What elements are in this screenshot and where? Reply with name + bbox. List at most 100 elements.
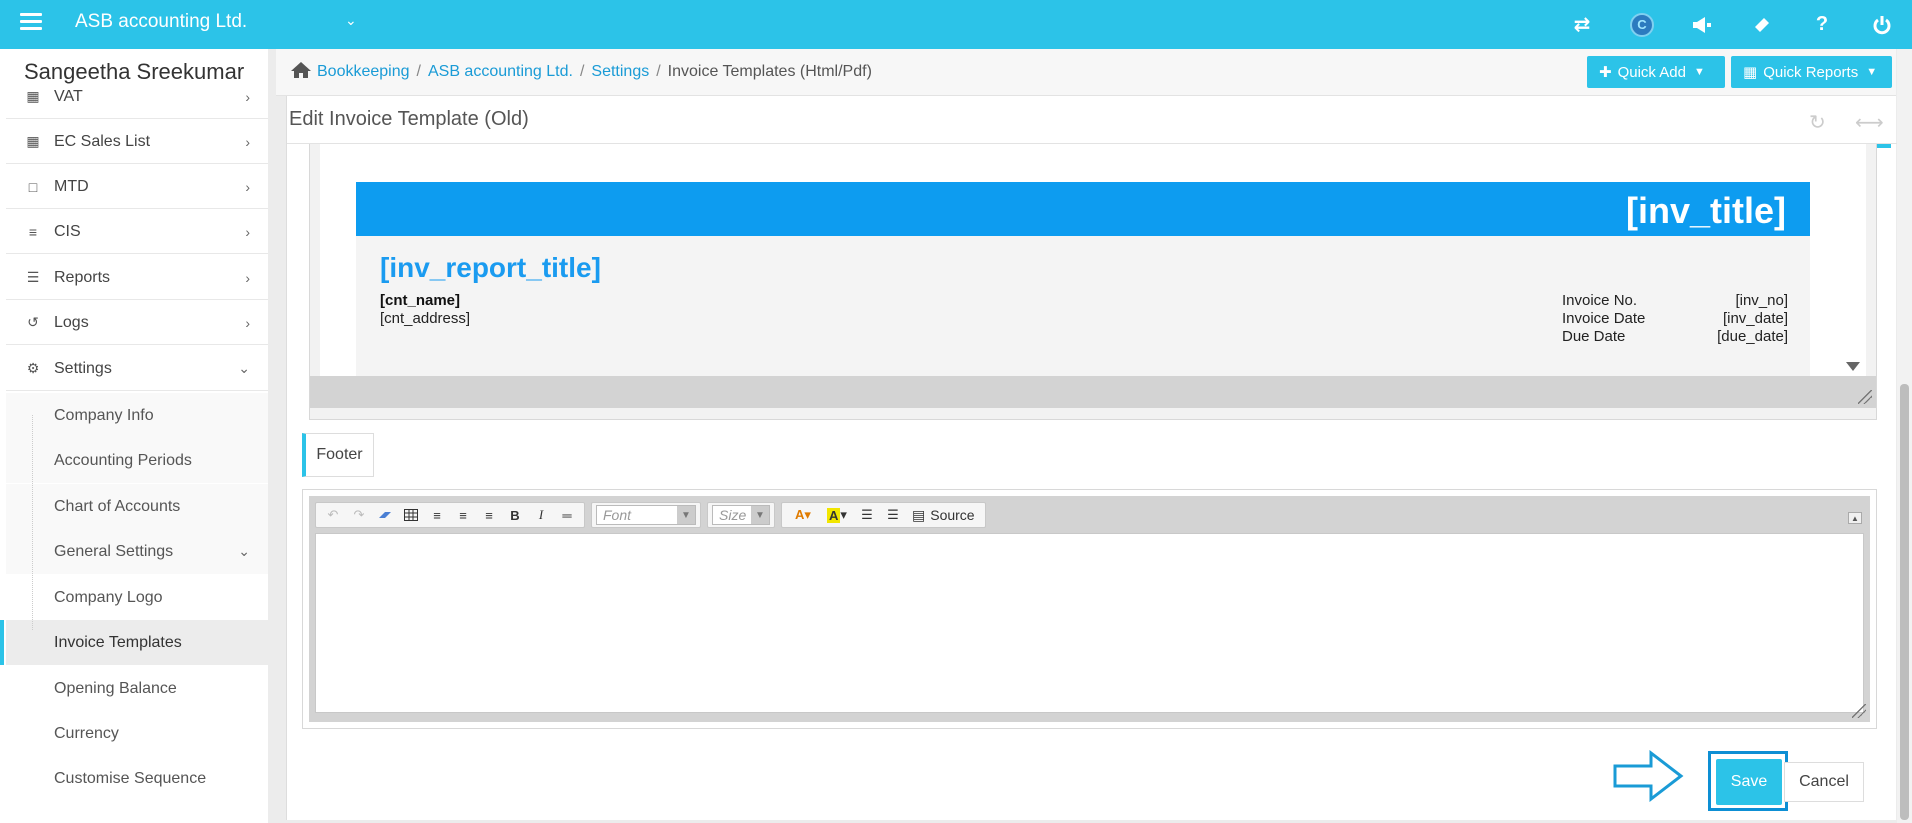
text-color-icon[interactable]: A▾	[786, 504, 820, 526]
sidebar-item-cis[interactable]: ≡ CIS ›	[6, 210, 268, 254]
footer-edit-area[interactable]	[315, 533, 1864, 713]
sidebar-sub-company-info[interactable]: Company Info	[6, 393, 268, 438]
undo-icon[interactable]: ↶	[320, 504, 346, 526]
sidebar-item-settings[interactable]: ⚙ Settings ⌄	[6, 347, 268, 391]
company-selector[interactable]: ASB accounting Ltd.	[75, 11, 247, 33]
sidebar-item-label: Reports	[54, 268, 111, 286]
table-icon[interactable]	[398, 504, 424, 526]
sidebar-item-ec-sales-list[interactable]: ▦ EC Sales List ›	[6, 120, 268, 164]
top-icons: ⇄ C ?	[1552, 0, 1912, 49]
sidebar-item-label: General Settings	[54, 542, 174, 560]
save-button[interactable]: Save	[1716, 759, 1782, 805]
tree-line	[32, 415, 33, 630]
breadcrumb-bookkeeping[interactable]: Bookkeeping	[317, 63, 410, 80]
sidebar-sub-invoice-templates[interactable]: Invoice Templates	[0, 620, 268, 665]
megaphone-icon[interactable]	[1672, 0, 1732, 49]
list-icon: ☰	[26, 269, 40, 285]
source-label: Source	[930, 507, 975, 523]
cogs-icon: ⚙	[26, 360, 40, 376]
toolbar-group-edit: ↶ ↷ ≡ ≡ ≡ B I ═	[315, 502, 585, 528]
home-icon[interactable]	[290, 61, 312, 79]
italic-icon[interactable]: I	[528, 504, 554, 526]
contact-name-placeholder: [cnt_name]	[380, 292, 461, 309]
align-center-icon[interactable]: ≡	[450, 504, 476, 526]
eraser-icon[interactable]	[372, 504, 398, 526]
background-color-icon[interactable]: A ▾	[820, 504, 854, 526]
align-left-icon[interactable]: ≡	[424, 504, 450, 526]
chevron-down-icon: ▼	[1693, 66, 1705, 78]
sidebar-sub-customise-sequence[interactable]: Customise Sequence	[6, 756, 268, 801]
sidebar-sub-opening-balance[interactable]: Opening Balance	[6, 666, 268, 711]
chevron-down-icon: ▼	[677, 506, 695, 524]
help-icon[interactable]: ?	[1792, 0, 1852, 49]
chevron-down-icon: ⌄	[238, 543, 250, 559]
contact-address-placeholder: [cnt_address]	[380, 310, 471, 327]
sidebar-item-mtd[interactable]: □ MTD ›	[6, 165, 268, 209]
chevron-down-icon: ▼	[1866, 66, 1878, 78]
chevron-down-icon[interactable]: ⌄	[345, 12, 357, 29]
page-title: Edit Invoice Template (Old)	[289, 108, 529, 130]
page-scrollbar[interactable]	[1897, 49, 1912, 823]
arrow-right-icon	[1613, 750, 1684, 802]
redo-icon[interactable]: ↷	[346, 504, 372, 526]
font-select[interactable]: Font ▼	[596, 505, 696, 525]
breadcrumb-company[interactable]: ASB accounting Ltd.	[428, 63, 573, 80]
currency-c-icon[interactable]: C	[1612, 0, 1672, 49]
size-select[interactable]: Size ▼	[712, 505, 770, 525]
quick-add-button[interactable]: ✚ Quick Add ▼	[1587, 56, 1725, 88]
bold-icon[interactable]: B	[502, 504, 528, 526]
refresh-icon[interactable]: ↻	[1809, 110, 1826, 135]
invoice-body: [inv_report_title] [cnt_name] [cnt_addre…	[356, 236, 1810, 376]
expand-icon[interactable]: ⟷	[1855, 110, 1884, 135]
body-editor: [inv_title] [inv_report_title] [cnt_name…	[309, 144, 1877, 420]
power-icon[interactable]	[1852, 0, 1912, 49]
footer-editor: ↶ ↷ ≡ ≡ ≡ B I ═ Font ▼ Size ▼ A▾ A ▾ ☰ ☰…	[302, 489, 1877, 729]
sidebar-item-logs[interactable]: ↺ Logs ›	[6, 301, 268, 345]
toolbar-collapse-icon[interactable]: ▲	[1848, 512, 1862, 524]
align-right-icon[interactable]: ≡	[476, 504, 502, 526]
resize-grip-icon[interactable]	[1852, 704, 1866, 718]
sidebar-item-label: Currency	[54, 724, 119, 742]
editor-toolbar: ↶ ↷ ≡ ≡ ≡ B I ═ Font ▼ Size ▼ A▾ A ▾ ☰ ☰…	[315, 502, 992, 528]
breadcrumb-current: Invoice Templates (Html/Pdf)	[667, 63, 872, 80]
chevron-right-icon: ›	[245, 223, 250, 240]
bulleted-list-icon[interactable]: ☰	[880, 504, 906, 526]
editor-status-bar	[310, 376, 1876, 408]
cancel-button[interactable]: Cancel	[1784, 762, 1864, 802]
sidebar-sub-chart-of-accounts[interactable]: Chart of Accounts	[6, 484, 268, 529]
top-bar: ASB accounting Ltd. ⌄ ⇄ C ?	[0, 0, 1912, 49]
calculator-icon: ▦	[26, 133, 40, 149]
transfer-icon[interactable]: ⇄	[1552, 0, 1612, 49]
sidebar-item-reports[interactable]: ☰ Reports ›	[6, 256, 268, 300]
calendar-icon: □	[28, 178, 38, 195]
sidebar-sub-accounting-periods[interactable]: Accounting Periods	[6, 438, 268, 483]
sidebar-sub-company-logo[interactable]: Company Logo	[6, 575, 268, 620]
indent-icon: ≡	[28, 223, 38, 240]
horizontal-rule-icon[interactable]: ═	[554, 504, 580, 526]
scroll-down-icon[interactable]	[1846, 362, 1860, 371]
sidebar-item-label: Company Logo	[54, 588, 163, 606]
sidebar-sub-general-settings[interactable]: General Settings ⌄	[6, 529, 268, 574]
sidebar-sub-currency[interactable]: Currency	[6, 711, 268, 756]
breadcrumb-separator: /	[656, 63, 661, 80]
menu-toggle-icon[interactable]	[20, 13, 42, 31]
breadcrumb-settings[interactable]: Settings	[591, 63, 649, 80]
toolbar-group-font: Font ▼	[591, 502, 701, 528]
chevron-right-icon: ›	[245, 314, 250, 331]
body-editor-content[interactable]: [inv_title] [inv_report_title] [cnt_name…	[320, 144, 1866, 376]
sidebar-item-label: EC Sales List	[54, 132, 151, 150]
quick-reports-button[interactable]: ▦ Quick Reports ▼	[1731, 56, 1892, 88]
resize-grip-icon[interactable]	[1858, 390, 1872, 404]
c-badge: C	[1630, 12, 1654, 37]
ticket-icon[interactable]	[1732, 0, 1792, 49]
table-icon: ▦	[1743, 64, 1758, 81]
sidebar-item-label: Chart of Accounts	[54, 497, 181, 515]
source-button[interactable]: ▤ Source	[906, 507, 981, 524]
toolbar-group-format: A▾ A ▾ ☰ ☰ ▤ Source	[781, 502, 986, 528]
quick-reports-label: Quick Reports	[1763, 63, 1859, 81]
numbered-list-icon[interactable]: ☰	[854, 504, 880, 526]
sidebar-item-label: MTD	[54, 177, 89, 195]
scrollbar-thumb[interactable]	[1900, 384, 1909, 820]
sidebar-item-label: VAT	[54, 87, 83, 105]
sidebar-item-vat[interactable]: ▦ VAT ›	[6, 75, 268, 119]
